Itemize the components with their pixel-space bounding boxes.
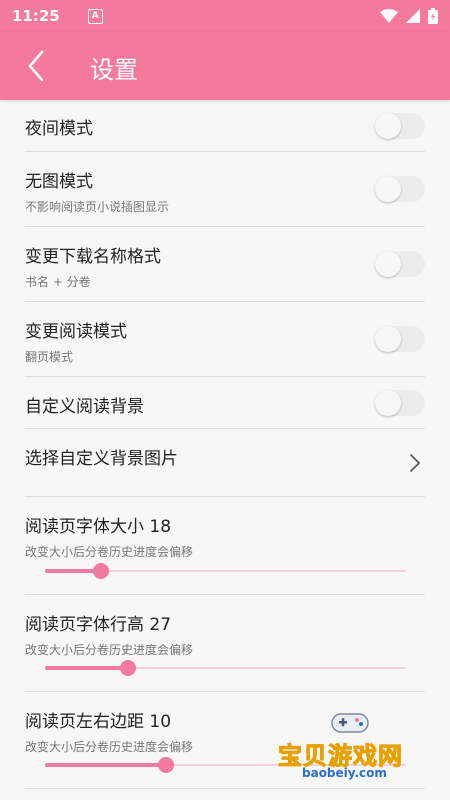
divider xyxy=(25,428,425,429)
divider xyxy=(25,691,425,692)
toggle-knob xyxy=(375,176,401,202)
divider xyxy=(25,496,425,497)
chevron-right-icon[interactable] xyxy=(409,453,421,473)
slider-fill xyxy=(45,666,128,670)
setting-description: 书名 + 分卷 xyxy=(25,275,91,289)
setting-label: 阅读页字体行高 27 xyxy=(25,615,172,635)
download-name-format-toggle[interactable] xyxy=(375,251,425,277)
watermark-logo: 宝贝游戏网 baobeiy.com xyxy=(274,706,424,786)
divider xyxy=(25,151,425,152)
setting-label: 变更下载名称格式 xyxy=(25,247,161,267)
divider xyxy=(25,301,425,302)
setting-reading-mode[interactable]: 变更阅读模式 翻页模式 xyxy=(25,317,425,365)
setting-label: 无图模式 xyxy=(25,172,93,192)
setting-label: 阅读页字体大小 18 xyxy=(25,517,172,537)
setting-label: 变更阅读模式 xyxy=(25,322,127,342)
toggle-knob xyxy=(375,251,401,277)
divider xyxy=(25,226,425,227)
setting-custom-background[interactable]: 自定义阅读背景 xyxy=(25,392,425,417)
setting-no-image-mode[interactable]: 无图模式 不影响阅读页小说插图显示 xyxy=(25,167,425,215)
gamepad-icon xyxy=(331,713,369,733)
wifi-icon xyxy=(380,9,398,23)
setting-label: 选择自定义背景图片 xyxy=(25,449,178,469)
slider-fill xyxy=(45,763,166,767)
divider xyxy=(25,788,425,789)
setting-download-name-format[interactable]: 变更下载名称格式 书名 + 分卷 xyxy=(25,242,425,290)
slider-thumb[interactable] xyxy=(120,660,136,676)
setting-line-height: 阅读页字体行高 27 改变大小后分卷历史进度会偏移 xyxy=(25,610,425,658)
toggle-knob xyxy=(375,113,401,139)
slider-thumb[interactable] xyxy=(93,563,109,579)
setting-description: 翻页模式 xyxy=(25,350,74,364)
battery-icon xyxy=(428,8,438,24)
slider-thumb[interactable] xyxy=(158,757,174,773)
reading-mode-toggle[interactable] xyxy=(375,326,425,352)
no-image-mode-toggle[interactable] xyxy=(375,176,425,202)
setting-label: 自定义阅读背景 xyxy=(25,397,144,417)
back-arrow-icon xyxy=(28,50,44,82)
back-button[interactable] xyxy=(18,46,58,86)
font-size-slider[interactable] xyxy=(45,561,405,581)
custom-background-toggle[interactable] xyxy=(375,390,425,416)
toggle-knob xyxy=(375,390,401,416)
app-bar: 设置 xyxy=(0,32,450,100)
setting-description: 改变大小后分卷历史进度会偏移 xyxy=(25,643,194,657)
notification-icon: A xyxy=(87,8,103,24)
divider xyxy=(25,376,425,377)
setting-label: 夜间模式 xyxy=(25,119,93,139)
line-height-slider[interactable] xyxy=(45,658,405,678)
signal-icon xyxy=(406,9,420,23)
setting-description: 不影响阅读页小说插图显示 xyxy=(25,200,170,214)
setting-night-mode[interactable]: 夜间模式 xyxy=(25,114,425,139)
toggle-knob xyxy=(375,326,401,352)
status-time: 11:25 xyxy=(12,7,60,25)
setting-font-size: 阅读页字体大小 18 改变大小后分卷历史进度会偏移 xyxy=(25,512,425,560)
divider xyxy=(25,594,425,595)
setting-choose-background-image[interactable]: 选择自定义背景图片 xyxy=(25,444,425,469)
status-bar: 11:25 A xyxy=(0,0,450,32)
setting-description: 改变大小后分卷历史进度会偏移 xyxy=(25,545,194,559)
watermark-domain: baobeiy.com xyxy=(302,766,387,780)
page-title: 设置 xyxy=(90,56,138,84)
night-mode-toggle[interactable] xyxy=(375,113,425,139)
status-icons xyxy=(380,8,438,24)
